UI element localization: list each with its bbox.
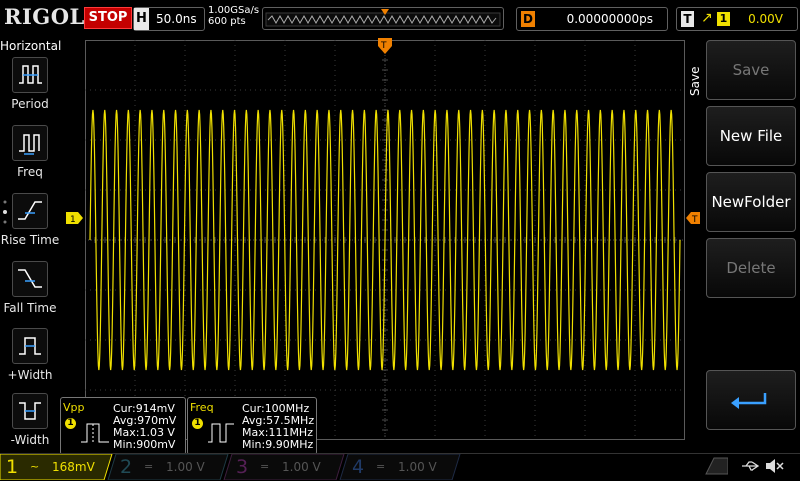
- measurement-channel: 1: [65, 418, 76, 429]
- memory-depth: 600 pts: [208, 16, 246, 27]
- brand-logo: RIGOL: [4, 4, 85, 29]
- measure-positive-width-item[interactable]: +Width: [0, 328, 60, 394]
- menu-page-indicator: [3, 200, 7, 224]
- rise-time-icon: [12, 193, 48, 229]
- freq-max: Max:111MHz: [242, 426, 313, 439]
- channel-coupling: =: [260, 460, 270, 473]
- channel-1-ground-marker[interactable]: 1: [66, 212, 84, 224]
- ch1-marker-label: 1: [70, 215, 76, 224]
- measure-rise-time-item[interactable]: Rise Time: [0, 193, 60, 259]
- measure-period-item[interactable]: Period: [0, 57, 60, 123]
- delay-box[interactable]: D 0.00000000ps: [516, 7, 668, 31]
- negative-width-icon: [12, 393, 48, 429]
- measurement-freq[interactable]: Freq 1 Cur:100MHz Avg:57.5MHz Max:111MHz…: [187, 397, 317, 455]
- vpp-min: Min:900mV: [113, 438, 176, 451]
- memory-position-bar[interactable]: [262, 7, 504, 30]
- measurement-channel: 1: [192, 418, 203, 429]
- channel-scale: 168mV: [52, 460, 95, 474]
- acquisition-info: 1.00GSa/s 600 pts: [208, 5, 259, 27]
- trigger-source-channel: 1: [717, 12, 730, 26]
- vpp-icon: [81, 423, 109, 443]
- trigger-box[interactable]: T ↗ 1 0.00V: [676, 7, 798, 31]
- save-button[interactable]: Save: [706, 40, 796, 100]
- rising-edge-icon: ↗: [701, 10, 713, 26]
- run-stop-indicator[interactable]: STOP: [84, 7, 132, 29]
- vpp-avg: Avg:970mV: [113, 414, 177, 427]
- measure-freq-item[interactable]: Freq: [0, 125, 60, 191]
- new-file-label: New File: [719, 127, 783, 145]
- channel-scale: 1.00 V: [398, 460, 437, 474]
- trigger-time-marker[interactable]: T: [378, 38, 392, 54]
- waveform-display[interactable]: [85, 40, 685, 440]
- freq-cur: Cur:100MHz: [242, 402, 310, 415]
- right-menu-title: Save: [688, 66, 702, 96]
- channel-scale: 1.00 V: [282, 460, 321, 474]
- delay-label: D: [521, 11, 535, 27]
- new-folder-button[interactable]: NewFolder: [706, 172, 796, 232]
- timebase-value: 50.0ns: [156, 12, 197, 26]
- period-icon: [12, 57, 48, 93]
- trigger-level: 0.00V: [748, 12, 783, 26]
- channel-number: 1: [6, 456, 19, 478]
- measure-negative-width-item[interactable]: -Width: [0, 393, 60, 459]
- menu-item-label: Period: [11, 97, 49, 111]
- menu-item-label: -Width: [10, 433, 50, 447]
- right-softkey-menu: Save New File NewFolder Delete: [686, 40, 800, 440]
- memory-overview-wave: [265, 9, 501, 27]
- channel-coupling: =: [376, 460, 386, 473]
- usb-icon: [742, 461, 760, 471]
- positive-width-icon: [12, 328, 48, 364]
- freq-avg: Avg:57.5MHz: [242, 414, 315, 427]
- menu-tab-indicator: [705, 457, 728, 475]
- channel-4-tab[interactable]: 4 = 1.00 V: [346, 455, 456, 479]
- frequency-icon: [12, 125, 48, 161]
- save-button-label: Save: [732, 61, 770, 79]
- horizontal-timebase-box[interactable]: H 50.0ns: [133, 7, 205, 31]
- channel-number: 3: [236, 456, 249, 478]
- trigger-time-marker-label: T: [380, 41, 387, 51]
- delay-value: 0.00000000ps: [566, 12, 653, 26]
- freq-icon: [208, 423, 234, 443]
- speaker-muted-icon: [766, 459, 784, 473]
- freq-min: Min:9.90MHz: [242, 438, 314, 451]
- channel-number: 4: [352, 456, 365, 478]
- channel-coupling: =: [144, 460, 154, 473]
- channel-scale: 1.00 V: [166, 460, 205, 474]
- delete-button[interactable]: Delete: [706, 238, 796, 298]
- menu-item-label: +Width: [7, 368, 53, 382]
- enter-icon: [731, 393, 767, 409]
- new-folder-label: NewFolder: [711, 193, 791, 211]
- trigger-label: T: [681, 11, 694, 27]
- channel-1-tab[interactable]: 1 ~ 168mV: [0, 455, 110, 479]
- horizontal-label: H: [134, 8, 149, 30]
- menu-item-label: Rise Time: [0, 233, 60, 247]
- channel-number: 2: [120, 456, 133, 478]
- channel-2-tab[interactable]: 2 = 1.00 V: [114, 455, 224, 479]
- channel-3-tab[interactable]: 3 = 1.00 V: [230, 455, 340, 479]
- vpp-cur: Cur:914mV: [113, 402, 175, 415]
- left-measure-menu: Horizontal Period Freq Rise Time Fall Ti…: [0, 37, 62, 452]
- fall-time-icon: [12, 261, 48, 297]
- menu-title: Horizontal: [0, 39, 62, 53]
- channel-coupling: ~: [30, 460, 40, 473]
- measurement-vpp[interactable]: Vpp 1 Cur:914mV Avg:970mV Max:1.03 V Min…: [60, 397, 186, 455]
- delete-label: Delete: [726, 259, 776, 277]
- measurement-name: Freq: [190, 401, 214, 414]
- enter-button[interactable]: [706, 370, 796, 430]
- menu-item-label: Freq: [17, 165, 43, 179]
- vpp-max: Max:1.03 V: [113, 426, 175, 439]
- measure-fall-time-item[interactable]: Fall Time: [0, 261, 60, 327]
- new-file-button[interactable]: New File: [706, 106, 796, 166]
- menu-item-label: Fall Time: [3, 301, 57, 315]
- sample-rate: 1.00GSa/s: [208, 5, 260, 16]
- measurement-name: Vpp: [63, 401, 85, 414]
